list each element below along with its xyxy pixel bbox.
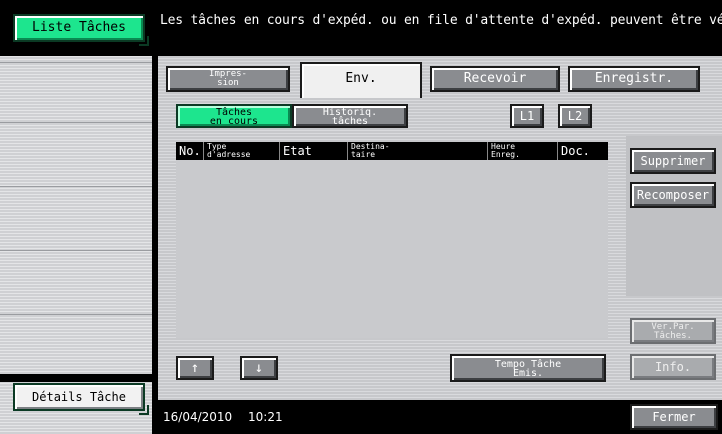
details-tache-button[interactable]: Détails Tâche [13,383,149,415]
job-list: No. Type d'adresse Etat Destina- taire H… [176,142,608,338]
historique-taches-button[interactable]: Historiq. tâches [292,104,408,128]
job-list-header: No. Type d'adresse Etat Destina- taire H… [176,142,608,160]
job-list-body[interactable] [176,160,608,338]
taches-en-cours-button[interactable]: Tâches en cours [176,104,292,128]
info-button[interactable]: Info. [630,354,716,380]
sidebar-gap [0,374,152,382]
verifier-par-taches-button[interactable]: Ver.Par. Tâches. [630,318,716,344]
column-doc: Doc. [561,144,590,158]
column-type-adresse: Type d'adresse [204,142,280,160]
scroll-down-button[interactable]: ↓ [240,356,278,380]
sidebar-divider [0,122,152,123]
sidebar-divider [0,186,152,187]
status-date: 16/04/2010 [163,410,233,424]
sidebar-divider [0,250,152,251]
line-1-button[interactable]: L1 [510,104,544,128]
sidebar-divider [0,314,152,315]
sidebar [0,0,152,434]
recomposer-button[interactable]: Recomposer [630,182,716,208]
sidebar-divider [0,62,152,63]
liste-taches-button[interactable]: Liste Tâches [13,14,149,46]
column-no: No. [176,142,204,160]
tab-recevoir[interactable]: Recevoir [430,66,560,92]
tempo-tache-emis-button[interactable]: Tempo Tâche Emis. [450,354,606,382]
line-2-button[interactable]: L2 [558,104,592,128]
column-destinataire: Destina- taire [348,142,488,160]
tab-impression[interactable]: Impres- sion [166,66,290,92]
info-message: Les tâches en cours d'expéd. ou en file … [160,13,722,28]
column-etat: Etat [280,142,348,160]
scroll-up-button[interactable]: ↑ [176,356,214,380]
supprimer-button[interactable]: Supprimer [630,148,716,174]
status-time: 10:21 [248,410,283,424]
tab-envoi[interactable]: Env. [300,62,422,98]
fermer-button[interactable]: Fermer [630,404,718,430]
column-heure-enreg: Heure Enreg. [488,142,558,160]
main-panel: Impres- sion Env. Recevoir Enregistr. Tâ… [158,56,722,400]
tab-enregistrer[interactable]: Enregistr. [568,66,700,92]
